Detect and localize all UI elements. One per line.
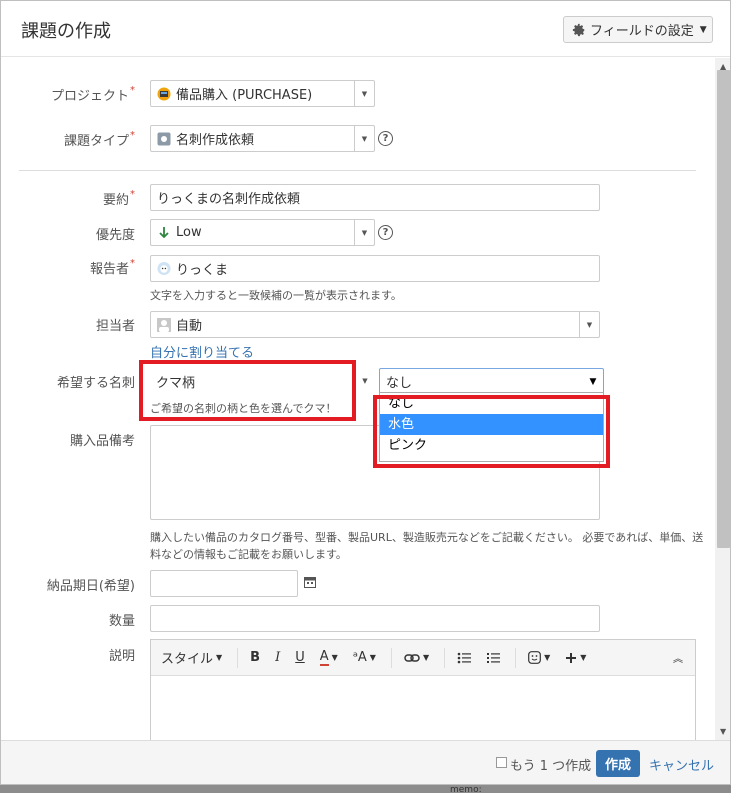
issue-type-select[interactable]: 名刺作成依頼 ▼ (150, 125, 375, 152)
priority-value: Low (176, 225, 202, 240)
purchase-project-icon (157, 87, 171, 101)
create-another-checkbox[interactable] (496, 757, 507, 768)
issue-type-label: 課題タイプ* (63, 130, 135, 149)
summary-input[interactable]: りっくまの名刺作成依頼 (150, 184, 600, 211)
issue-type-icon (157, 132, 171, 146)
scrollbar[interactable]: ▲ ▼ (715, 58, 730, 740)
user-avatar-icon (157, 317, 171, 332)
smiley-icon (528, 651, 542, 664)
assignee-label: 担当者 (95, 319, 135, 334)
editor-toolbar: スタイル ▼ B I U A ▼ ᵃA ▼ ▼ ▼ ▼ ︽ (151, 640, 695, 676)
reporter-label: 報告者* (89, 258, 135, 277)
background-memo-text: memo: (450, 785, 482, 793)
bullet-list-button[interactable] (457, 652, 472, 664)
due-date-label: 納品期日(希望) (46, 579, 135, 594)
project-value: 備品購入 (PURCHASE) (176, 88, 313, 103)
style-dropdown[interactable]: スタイル ▼ (161, 648, 222, 667)
scrollbar-thumb[interactable] (717, 70, 730, 548)
card-color-select[interactable]: なし ▼ (379, 368, 604, 395)
toolbar-separator (444, 647, 446, 668)
toolbar-separator (515, 647, 517, 668)
dialog-footer: もう 1 つ作成 作成 キャンセル (1, 740, 730, 784)
assign-to-me-link[interactable]: 自分に割り当てる (150, 342, 254, 361)
dialog-header: 課題の作成 フィールドの設定 ▼ (1, 1, 730, 57)
collapse-toolbar-icon[interactable]: ︽ (673, 650, 683, 665)
priority-label: 優先度 (95, 228, 135, 243)
card-label: 希望する名刺 (56, 376, 135, 391)
dialog-title: 課題の作成 (21, 21, 111, 42)
chevron-down-icon[interactable]: ▼ (583, 369, 603, 394)
reporter-hint: 文字を入力すると一致候補の一覧が表示されます。 (150, 289, 402, 302)
cancel-link[interactable]: キャンセル (649, 755, 714, 774)
italic-button[interactable]: I (275, 650, 280, 665)
font-size-button[interactable]: ᵃA ▼ (353, 650, 376, 665)
project-label: プロジェクト* (50, 85, 135, 104)
text-color-button[interactable]: A ▼ (319, 649, 338, 666)
bold-button[interactable]: B (250, 650, 260, 665)
underline-button[interactable]: U (295, 650, 305, 665)
chevron-down-icon[interactable]: ▼ (354, 126, 374, 151)
chevron-down-icon[interactable]: ▼ (354, 81, 374, 106)
issue-type-value: 名刺作成依頼 (176, 133, 255, 148)
bullet-list-icon (457, 652, 472, 663)
chevron-down-icon: ▼ (699, 24, 707, 35)
create-another-label[interactable]: もう 1 つ作成 (510, 755, 591, 774)
description-editor[interactable]: スタイル ▼ B I U A ▼ ᵃA ▼ ▼ ▼ ▼ ︽ (150, 639, 696, 740)
create-issue-dialog: 課題の作成 フィールドの設定 ▼ プロジェクト* 備品購入 (PURCHASE)… (0, 0, 731, 785)
numbered-list-icon (487, 652, 501, 663)
notes-label: 購入品備考 (69, 434, 135, 449)
highlight-box-pattern (139, 360, 356, 421)
calendar-icon[interactable] (304, 576, 316, 592)
summary-label: 要約* (102, 189, 135, 208)
numbered-list-button[interactable] (486, 652, 501, 664)
link-icon (404, 653, 420, 662)
assignee-value: 自動 (176, 319, 203, 334)
chevron-down-icon[interactable]: ▼ (579, 312, 599, 337)
quantity-input[interactable] (150, 605, 600, 632)
toolbar-separator (237, 647, 239, 668)
chevron-down-icon[interactable]: ▼ (354, 220, 374, 245)
emoticon-button[interactable]: ▼ (528, 651, 550, 664)
reporter-input[interactable]: りっくま (150, 255, 600, 282)
user-avatar-icon (157, 261, 171, 276)
plus-icon (566, 652, 577, 663)
field-config-label: フィールドの設定 (590, 24, 694, 39)
chevron-down-icon[interactable]: ▼ (355, 368, 375, 393)
quantity-label: 数量 (108, 614, 135, 629)
help-icon[interactable]: ? (378, 131, 393, 146)
notes-hint-line2: 料などの情報もご記載をお願いします。 (150, 548, 347, 561)
summary-value: りっくまの名刺作成依頼 (157, 192, 301, 207)
scroll-down-icon[interactable]: ▼ (720, 727, 726, 736)
priority-select[interactable]: Low ▼ (150, 219, 375, 246)
toolbar-separator (390, 647, 392, 668)
notes-hint-line1: 購入したい備品のカタログ番号、型番、製品URL、製造販売元などをご記載ください。… (150, 531, 704, 544)
insert-more-button[interactable]: ▼ (565, 652, 586, 664)
assignee-select[interactable]: 自動 ▼ (150, 311, 600, 338)
create-button[interactable]: 作成 (596, 750, 640, 777)
arrow-down-icon (157, 226, 171, 240)
description-label: 説明 (108, 649, 135, 664)
reporter-value: りっくま (176, 263, 229, 278)
field-config-button[interactable]: フィールドの設定 ▼ (563, 16, 713, 43)
project-select[interactable]: 備品購入 (PURCHASE) ▼ (150, 80, 375, 107)
divider (19, 170, 696, 171)
card-color-value: なし (386, 376, 413, 391)
highlight-box-options (373, 395, 610, 468)
help-icon[interactable]: ? (378, 225, 393, 240)
link-button[interactable]: ▼ (404, 652, 429, 664)
gear-icon (572, 23, 585, 36)
due-date-input[interactable] (150, 570, 298, 597)
